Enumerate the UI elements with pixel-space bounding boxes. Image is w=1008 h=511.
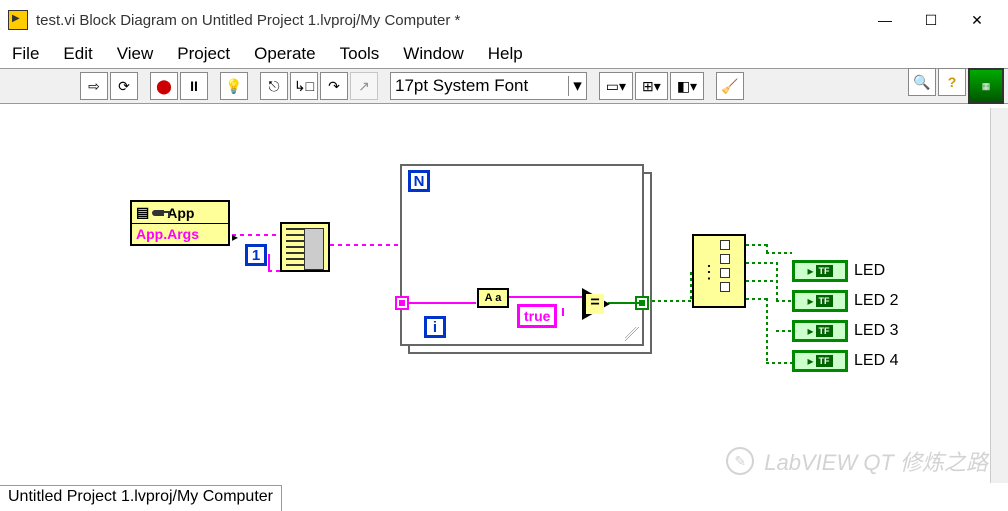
minimize-button[interactable]: — xyxy=(862,4,908,36)
arrow-icon: ▸ xyxy=(807,264,813,278)
arrow-icon: ▸ xyxy=(807,354,813,368)
tf-icon: TF xyxy=(816,325,833,337)
wire xyxy=(776,300,792,302)
led-indicator-1[interactable]: ▸ TF xyxy=(792,260,848,282)
led-label-4: LED 4 xyxy=(854,352,898,370)
ref-icon: ▤ xyxy=(136,204,149,221)
menu-bar: File Edit View Project Operate Tools Win… xyxy=(0,40,1008,68)
led-label-2: LED 2 xyxy=(854,292,898,310)
true-constant[interactable]: true xyxy=(517,304,557,328)
step-over-button[interactable]: ↷ xyxy=(320,72,348,100)
menu-edit[interactable]: Edit xyxy=(63,44,92,64)
distribute-button[interactable]: ⊞▾ xyxy=(635,72,668,100)
wire xyxy=(766,362,792,364)
wire xyxy=(408,302,476,304)
loop-count-terminal[interactable]: N xyxy=(408,170,430,192)
highlight-execution-button[interactable]: 💡 xyxy=(220,72,248,100)
led-indicator-4[interactable]: ▸ TF xyxy=(792,350,848,372)
title-bar: test.vi Block Diagram on Untitled Projec… xyxy=(0,0,1008,40)
status-bar: Untitled Project 1.lvproj/My Computer xyxy=(0,485,282,511)
vi-icon[interactable]: ▦ xyxy=(968,68,1004,104)
wire xyxy=(562,308,564,316)
menu-window[interactable]: Window xyxy=(403,44,463,64)
retain-wire-values-button[interactable]: ⎋ xyxy=(260,72,288,100)
input-tunnel[interactable] xyxy=(395,296,409,310)
property-app-args[interactable]: App.Args xyxy=(132,224,228,244)
for-loop[interactable]: N i A a true xyxy=(400,164,652,354)
arrow-icon: ▸ xyxy=(807,294,813,308)
resize-handle-icon xyxy=(625,327,639,341)
loop-iteration-terminal[interactable]: i xyxy=(424,316,446,338)
wire xyxy=(766,252,792,254)
dropdown-icon: ▾ xyxy=(568,76,582,96)
string-function[interactable]: A a xyxy=(477,288,509,308)
array-to-cluster-function[interactable] xyxy=(692,234,746,308)
tf-icon: TF xyxy=(816,265,833,277)
toolbar: ⇨ ⟳ ⬤ II 💡 ⎋ ↳□ ↷ ↗ 17pt System Font ▾ ▭… xyxy=(0,68,1008,104)
run-continuous-button[interactable]: ⟳ xyxy=(110,72,138,100)
block-diagram-canvas[interactable]: ▤ App App.Args ▸ 1 N i A a true xyxy=(0,104,1008,474)
menu-view[interactable]: View xyxy=(117,44,154,64)
reorder-button[interactable]: ◧▾ xyxy=(670,72,704,100)
search-button[interactable]: 🔍 xyxy=(908,68,936,96)
wire xyxy=(746,280,776,282)
wire xyxy=(776,262,778,300)
abort-button[interactable]: ⬤ xyxy=(150,72,178,100)
property-node-app[interactable]: ▤ App App.Args xyxy=(130,200,230,246)
maximize-button[interactable]: ☐ xyxy=(908,4,954,36)
tf-icon: TF xyxy=(816,295,833,307)
equal-function[interactable] xyxy=(582,288,610,320)
menu-tools[interactable]: Tools xyxy=(340,44,380,64)
watermark-text: LabVIEW QT 修炼之路 xyxy=(764,445,988,477)
terminal-arrow-icon: ▸ xyxy=(232,230,238,244)
step-out-button[interactable]: ↗ xyxy=(350,72,378,100)
font-name: 17pt System Font xyxy=(395,76,528,96)
wire xyxy=(776,330,792,332)
menu-help[interactable]: Help xyxy=(488,44,523,64)
step-into-button[interactable]: ↳□ xyxy=(290,72,318,100)
index-array-function[interactable] xyxy=(280,222,330,272)
wire xyxy=(746,262,776,264)
property-node-header: ▤ App xyxy=(132,202,228,224)
led-label-1: LED xyxy=(854,262,885,280)
menu-project[interactable]: Project xyxy=(177,44,230,64)
vertical-scrollbar[interactable] xyxy=(990,108,1008,483)
loop-frame: N i A a true xyxy=(400,164,644,346)
help-button[interactable]: ? xyxy=(938,68,966,96)
led-indicator-2[interactable]: ▸ TF xyxy=(792,290,848,312)
app-icon xyxy=(8,10,28,30)
led-indicator-3[interactable]: ▸ TF xyxy=(792,320,848,342)
wire xyxy=(652,300,692,302)
font-selector[interactable]: 17pt System Font ▾ xyxy=(390,72,587,100)
tf-icon: TF xyxy=(816,355,833,367)
menu-file[interactable]: File xyxy=(12,44,39,64)
property-node-class: App xyxy=(167,205,194,221)
watermark-icon: ✎ xyxy=(726,447,754,475)
menu-operate[interactable]: Operate xyxy=(254,44,315,64)
arrow-icon: ▸ xyxy=(807,324,813,338)
wire xyxy=(746,298,766,300)
wire xyxy=(268,270,280,272)
watermark: ✎ LabVIEW QT 修炼之路 xyxy=(726,445,988,477)
wire xyxy=(232,234,280,236)
numeric-constant-1[interactable]: 1 xyxy=(245,244,267,266)
output-terminals xyxy=(720,240,730,292)
align-button[interactable]: ▭▾ xyxy=(599,72,633,100)
wire xyxy=(766,244,768,252)
wire xyxy=(330,244,400,246)
pause-button[interactable]: II xyxy=(180,72,208,100)
window-title: test.vi Block Diagram on Untitled Projec… xyxy=(36,12,862,29)
led-label-3: LED 3 xyxy=(854,322,898,340)
wire xyxy=(766,298,768,364)
run-button[interactable]: ⇨ xyxy=(80,72,108,100)
wire xyxy=(508,296,584,298)
cleanup-button[interactable]: 🧹 xyxy=(716,72,744,100)
close-button[interactable]: ✕ xyxy=(954,4,1000,36)
wire xyxy=(746,244,766,246)
key-icon xyxy=(152,210,164,216)
wire xyxy=(608,302,644,304)
